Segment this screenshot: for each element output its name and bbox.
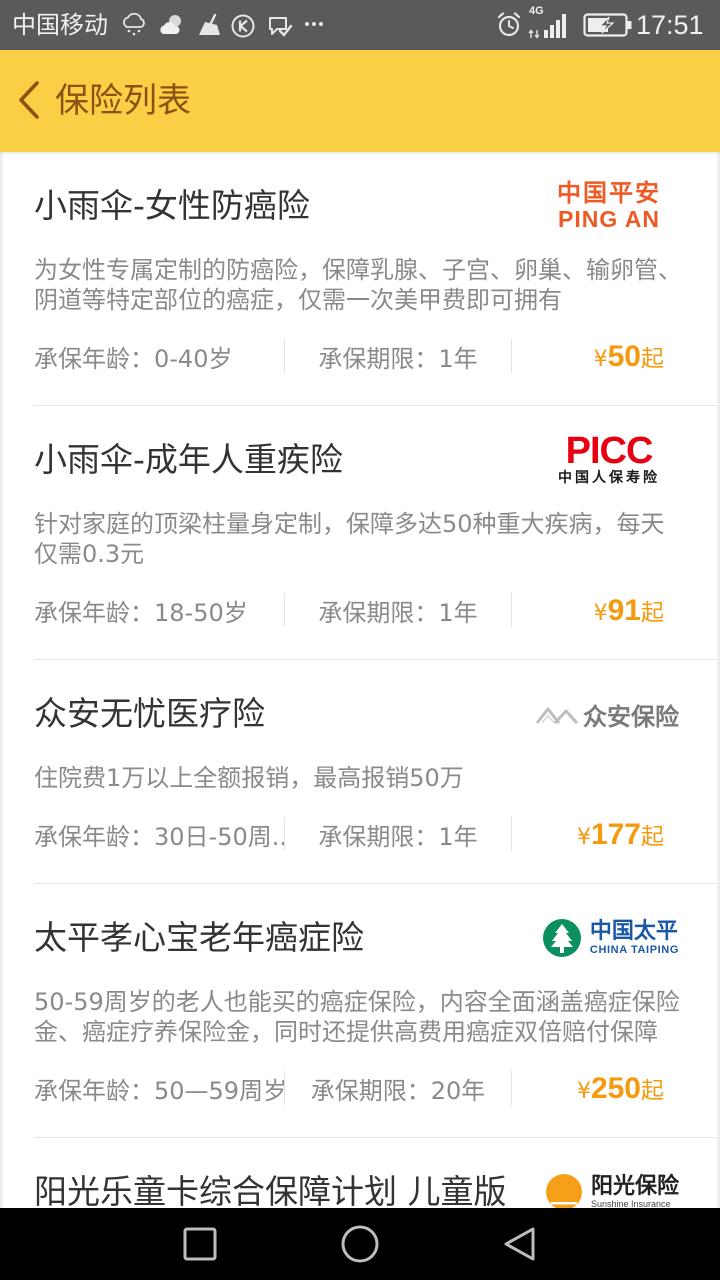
status-bar: 中国移动 4G 17:51 — [0, 0, 720, 50]
message-check-icon — [269, 17, 293, 37]
insured-age: 承保年龄：30日-50周... — [34, 822, 284, 851]
more-dots-icon — [304, 20, 324, 28]
product-description: 针对家庭的顶梁柱量身定制，保障多达50种重大疾病，每天仅需0.3元 — [34, 510, 665, 568]
zhongan-emblem-icon — [535, 707, 579, 725]
logo-text: 中国太平 CHINA TAIPING — [589, 918, 679, 957]
product-title: 阳光乐童卡综合保障计划 儿童版 — [34, 1172, 507, 1208]
insured-age: 承保年龄：0-40岁 — [34, 344, 233, 373]
back-icon — [504, 1227, 535, 1261]
navigation-bar — [0, 1208, 720, 1280]
picc-logo: PICC 中国人保寿险 — [553, 432, 665, 488]
sunshine-insurance-logo: 阳光保险 Sunshine Insurance — [545, 1164, 679, 1208]
alarm-clock-icon — [497, 12, 521, 37]
price-currency: ¥ — [593, 346, 608, 372]
broom-icon — [199, 13, 220, 35]
price-amount: 91 — [607, 593, 641, 627]
price-suffix: 起 — [641, 823, 664, 850]
logo-name: 阳光保险 — [590, 1174, 679, 1199]
price-currency: ¥ — [576, 824, 591, 850]
price: ¥91起 — [512, 593, 664, 628]
alarm-clock-icon — [496, 11, 522, 39]
logo-subname: 中国人保寿险 — [558, 470, 660, 486]
product-title: 小雨伞-成年人重疾险 — [34, 440, 343, 479]
product-description: 50-59周岁的老人也能买的癌症保险，内容全面涵盖癌症保险金、癌症疗养保险金，同… — [34, 988, 680, 1046]
k-circle-icon — [230, 13, 256, 39]
battery-charging-icon — [583, 13, 633, 37]
insurance-card[interactable]: 小雨伞-女性防癌险 中国平安 PING AN 为女性专属定制的防癌险，保障乳腺、… — [34, 152, 717, 406]
chevron-left-icon — [19, 81, 39, 119]
carrier-label: 中国移动 — [12, 11, 108, 39]
coverage-term: 承保期限：1年 — [318, 344, 478, 373]
product-meta-row: 承保年龄：18-50岁 承保期限：1年 ¥91起 — [34, 590, 717, 630]
battery-charging-icon — [583, 13, 632, 37]
insurance-card[interactable]: 太平孝心宝老年癌症险 中国太平 CHINA TAIPING 50-59周岁的老人… — [34, 884, 717, 1138]
price: ¥50起 — [512, 339, 664, 374]
logo-name: 中国太平 — [589, 918, 678, 944]
home-icon — [341, 1225, 379, 1263]
insurance-card[interactable]: 众安无忧医疗险 众安保险 住院费1万以上全额报销，最高报销50万 承保年龄：30… — [34, 660, 717, 884]
rain-cloud-icon — [120, 13, 148, 37]
home-button[interactable] — [328, 1220, 392, 1268]
coverage-term: 承保期限：1年 — [318, 822, 478, 851]
back-button[interactable] — [12, 76, 48, 126]
price-currency: ¥ — [593, 600, 608, 626]
page-title: 保险列表 — [55, 81, 191, 121]
logo-name: 众安保险 — [583, 702, 679, 731]
logo-subname: CHINA TAIPING — [589, 943, 679, 956]
sunshine-emblem-icon — [545, 1174, 582, 1208]
price: ¥250起 — [512, 1071, 664, 1106]
product-meta-row: 承保年龄：0-40岁 承保期限：1年 ¥50起 — [34, 336, 717, 376]
logo-name: 中国平安 — [557, 179, 661, 207]
recent-apps-icon — [183, 1227, 217, 1261]
product-meta-row: 承保年龄：30日-50周... 承保期限：1年 ¥177起 — [34, 814, 717, 854]
back-nav-button[interactable] — [488, 1220, 552, 1268]
partly-cloudy-icon — [160, 15, 181, 34]
more-dots-icon — [305, 22, 323, 26]
china-taiping-logo: 中国太平 CHINA TAIPING — [542, 910, 679, 966]
product-description: 为女性专属定制的防癌险，保障乳腺、子宫、卵巢、输卵管、阴道等特定部位的癌症，仅需… — [34, 256, 682, 314]
partly-cloudy-icon — [158, 13, 186, 37]
clock-time: 17:51 — [636, 10, 704, 40]
product-title: 太平孝心宝老年癌症险 — [34, 918, 364, 957]
rain-cloud-icon — [123, 13, 145, 36]
recent-apps-button[interactable] — [168, 1220, 232, 1268]
product-title: 众安无忧医疗险 — [34, 694, 265, 733]
price: ¥177起 — [512, 817, 664, 852]
k-circle-icon — [231, 14, 255, 38]
insurance-card[interactable]: 小雨伞-成年人重疾险 PICC 中国人保寿险 针对家庭的顶梁柱量身定制，保障多达… — [34, 406, 717, 660]
signal-strength-icon — [528, 12, 570, 40]
insured-age: 承保年龄：50—59周岁 — [34, 1076, 284, 1105]
insurance-card[interactable]: 阳光乐童卡综合保障计划 儿童版 阳光保险 Sunshine Insurance — [34, 1138, 717, 1208]
zhongan-logo: 众安保险 — [535, 686, 679, 742]
coverage-term: 承保期限：20年 — [310, 1076, 486, 1105]
logo-name: PICC — [565, 430, 654, 472]
logo-subname: PING AN — [558, 206, 660, 232]
broom-icon — [196, 13, 224, 37]
price-suffix: 起 — [641, 345, 664, 372]
price-amount: 250 — [590, 1071, 641, 1105]
insurance-list[interactable]: 小雨伞-女性防癌险 中国平安 PING AN 为女性专属定制的防癌险，保障乳腺、… — [3, 152, 717, 1208]
message-check-icon — [266, 13, 294, 39]
price-currency: ¥ — [576, 1078, 591, 1104]
price-amount: 50 — [607, 339, 641, 373]
ping-an-logo: 中国平安 PING AN — [553, 178, 665, 234]
taiping-emblem-icon — [542, 919, 581, 957]
logo-subname: Sunshine Insurance — [590, 1199, 671, 1208]
logo-text: 阳光保险 Sunshine Insurance — [591, 1174, 679, 1208]
price-suffix: 起 — [641, 1077, 664, 1104]
product-title: 小雨伞-女性防癌险 — [34, 186, 310, 225]
insured-age: 承保年龄：18-50岁 — [34, 598, 248, 627]
coverage-term: 承保期限：1年 — [318, 598, 478, 627]
product-description: 住院费1万以上全额报销，最高报销50万 — [34, 764, 464, 792]
app-header: 保险列表 — [0, 50, 720, 152]
price-amount: 177 — [590, 817, 641, 851]
price-suffix: 起 — [641, 599, 664, 626]
signal-strength-icon — [528, 14, 566, 39]
product-meta-row: 承保年龄：50—59周岁 承保期限：20年 ¥250起 — [34, 1068, 717, 1108]
